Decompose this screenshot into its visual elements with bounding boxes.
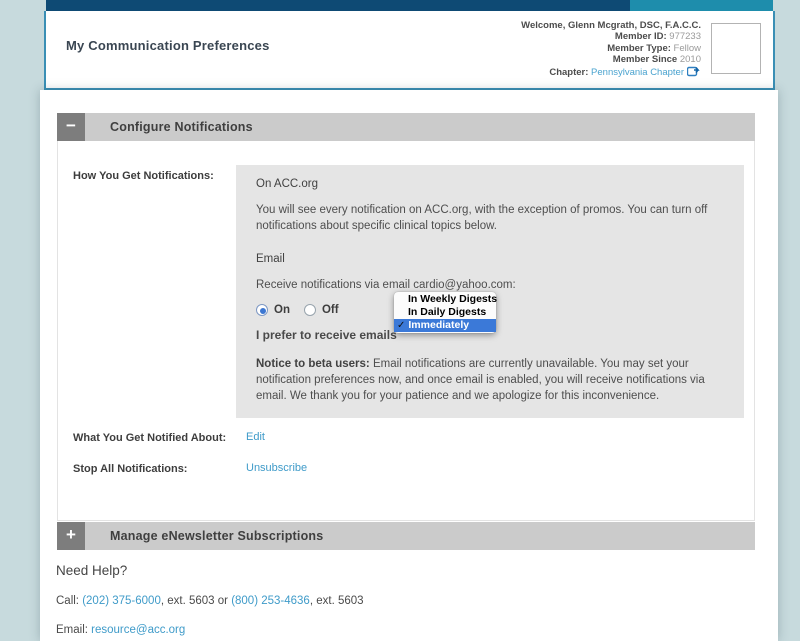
manage-newsletter-bar[interactable]: + Manage eNewsletter Subscriptions <box>57 522 755 550</box>
phone-link-1[interactable]: (202) 375-6000 <box>82 595 161 607</box>
email-frequency-dropdown: In Weekly Digests In Daily Digests ✓Imme… <box>394 292 496 333</box>
radio-off-label: Off <box>322 304 339 316</box>
how-you-get-label: How You Get Notifications: <box>73 170 214 182</box>
beta-notice: Notice to beta users: Email notification… <box>256 356 724 404</box>
page: My Communication Preferences Welcome, Gl… <box>0 0 800 641</box>
configure-notifications-bar[interactable]: − Configure Notifications <box>57 113 755 141</box>
configure-notifications-title: Configure Notifications <box>110 120 253 134</box>
member-since-line: Member Since 2010 <box>521 54 701 65</box>
profile-header: My Communication Preferences Welcome, Gl… <box>44 11 775 90</box>
need-help-section: Need Help? Call: (202) 375-6000, ext. 56… <box>56 563 364 641</box>
dropdown-selected-label: Immediately <box>408 319 469 331</box>
on-acc-heading: On ACC.org <box>256 178 724 190</box>
dropdown-option-daily[interactable]: In Daily Digests <box>394 306 496 319</box>
radio-on-label: On <box>274 304 290 316</box>
page-title: My Communication Preferences <box>66 38 270 53</box>
member-id-line: Member ID: 977233 <box>521 31 701 42</box>
content-panel: − Configure Notifications How You Get No… <box>40 90 778 641</box>
external-link-icon <box>687 66 701 80</box>
email-heading: Email <box>256 253 724 265</box>
chapter-link[interactable]: Pennsylvania Chapter <box>591 67 684 78</box>
need-help-heading: Need Help? <box>56 563 364 578</box>
help-email-link[interactable]: resource@acc.org <box>91 624 185 636</box>
radio-on[interactable] <box>256 304 268 316</box>
unsubscribe-link[interactable]: Unsubscribe <box>246 462 307 474</box>
welcome-line: Welcome, Glenn Mcgrath, DSC, F.A.C.C. <box>521 20 701 31</box>
collapse-button[interactable]: − <box>57 113 85 141</box>
dropdown-option-immediately[interactable]: ✓Immediately <box>394 319 496 332</box>
email-line: Email: resource@acc.org <box>56 624 364 636</box>
chapter-line: Chapter: Pennsylvania Chapter <box>521 66 701 80</box>
checkmark-icon: ✓ <box>397 320 405 331</box>
call-line: Call: (202) 375-6000, ext. 5603 or (800)… <box>56 595 364 607</box>
radio-off[interactable] <box>304 304 316 316</box>
phone-link-2[interactable]: (800) 253-4636 <box>231 595 310 607</box>
beta-notice-bold: Notice to beta users: <box>256 358 370 370</box>
receive-email-line: Receive notifications via email cardio@y… <box>256 279 724 291</box>
on-acc-description: You will see every notification on ACC.o… <box>256 203 724 235</box>
member-photo-placeholder <box>711 23 761 74</box>
dropdown-option-weekly[interactable]: In Weekly Digests <box>394 293 496 306</box>
expand-button[interactable]: + <box>57 522 85 550</box>
manage-newsletter-title: Manage eNewsletter Subscriptions <box>110 529 323 543</box>
stop-notifications-label: Stop All Notifications: <box>73 463 187 475</box>
configure-notifications-content: How You Get Notifications: On ACC.org Yo… <box>57 141 755 521</box>
what-notified-label: What You Get Notified About: <box>73 432 226 444</box>
edit-link[interactable]: Edit <box>246 431 265 443</box>
member-info: Welcome, Glenn Mcgrath, DSC, F.A.C.C. Me… <box>521 20 701 80</box>
member-type-line: Member Type: Fellow <box>521 43 701 54</box>
radio-dot <box>260 308 266 314</box>
